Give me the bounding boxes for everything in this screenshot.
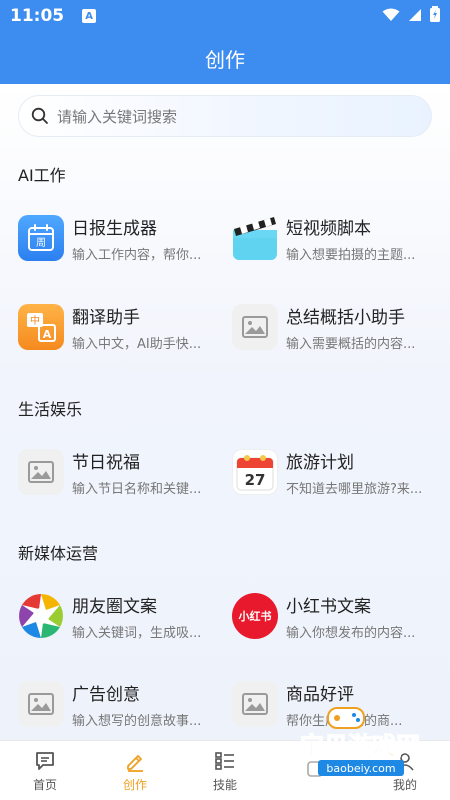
battery-icon	[430, 6, 440, 26]
status-icons	[382, 6, 440, 26]
tool-title: 旅游计划	[286, 452, 354, 473]
tool-desc: 输入节日名称和关键...	[72, 481, 202, 497]
calendar-icon-label: 周	[36, 237, 46, 249]
tool-title: 朋友圈文案	[72, 596, 157, 617]
tab-icon	[304, 757, 326, 781]
tool-card-holiday[interactable]: 节日祝福 输入节日名称和关键...	[18, 444, 223, 500]
pencil-icon	[124, 749, 146, 773]
tool-card-moments[interactable]: 朋友圈文案 输入关键词，生成吸...	[18, 588, 223, 644]
tool-card-xiaohongshu[interactable]: 小红书 小红书文案 输入你想发布的内容...	[232, 588, 437, 644]
translate-icon-zh: 中	[30, 314, 40, 327]
tool-title: 商品好评	[286, 684, 354, 705]
calendar-icon: 周	[18, 215, 64, 261]
tool-card-ad[interactable]: 广告创意 输入想写的创意故事...	[18, 676, 223, 732]
tab-label: 技能	[212, 777, 237, 792]
calendar-date-icon: 27	[232, 449, 278, 495]
tool-desc: 输入想要拍摄的主题...	[286, 247, 416, 263]
tab-hidden[interactable]	[270, 741, 360, 800]
section-title-new-media: 新媒体运营	[18, 544, 99, 563]
tab-label: 我的	[392, 777, 417, 792]
calendar-date-number: 27	[245, 471, 266, 489]
tool-title: 日报生成器	[72, 218, 157, 239]
image-placeholder-icon	[18, 681, 64, 727]
section-title-ai-work: AI工作	[18, 166, 66, 185]
search-input[interactable]: 请输入关键词搜索	[18, 95, 432, 137]
signal-icon	[408, 7, 422, 26]
tab-skills[interactable]: 技能	[180, 741, 270, 800]
status-bar: 11:05 A	[0, 0, 450, 32]
translate-icon-a: A	[43, 328, 52, 341]
tool-card-review[interactable]: 商品好评 帮你生成真实的商...	[232, 676, 437, 732]
clapperboard-icon	[232, 215, 278, 261]
image-placeholder-icon	[232, 681, 278, 727]
tab-mine[interactable]: 我的	[360, 741, 450, 800]
tool-title: 短视频脚本	[286, 218, 371, 239]
tab-label: 首页	[32, 777, 57, 792]
message-icon	[34, 749, 56, 773]
tool-card-translate[interactable]: 中 A 翻译助手 输入中文，AI助手快...	[18, 299, 223, 355]
header-bar: 创作	[0, 32, 450, 84]
search-placeholder: 请输入关键词搜索	[57, 107, 178, 126]
tool-title: 广告创意	[72, 684, 140, 705]
user-icon	[394, 749, 416, 773]
tab-create[interactable]: 创作	[90, 741, 180, 800]
wifi-icon	[382, 7, 400, 26]
tool-card-summary[interactable]: 总结概括小助手 输入需要概括的内容...	[232, 299, 437, 355]
tool-card-short-video[interactable]: 短视频脚本 输入想要拍摄的主题...	[232, 210, 437, 266]
tool-title: 节日祝福	[72, 452, 140, 473]
page-title: 创作	[205, 47, 245, 72]
tab-home[interactable]: 首页	[0, 741, 90, 800]
image-placeholder-icon	[18, 449, 64, 495]
image-placeholder-icon	[232, 304, 278, 350]
tool-desc: 输入中文，AI助手快...	[72, 336, 202, 352]
tool-desc: 输入工作内容，帮你...	[72, 247, 202, 263]
tool-card-daily-report[interactable]: 周 日报生成器 输入工作内容，帮你...	[18, 210, 223, 266]
xiaohongshu-logo-text: 小红书	[238, 610, 272, 623]
main-content[interactable]: 请输入关键词搜索 AI工作 周 日报生成器 输入工作内容，帮你... 短视频脚本…	[0, 84, 450, 740]
xiaohongshu-logo-icon: 小红书	[232, 593, 278, 639]
translate-icon: 中 A	[18, 304, 64, 350]
tab-label: 创作	[122, 777, 147, 792]
tool-title: 总结概括小助手	[286, 307, 405, 328]
tool-desc: 输入想写的创意故事...	[72, 713, 202, 729]
bottom-nav: 首页 创作 技能 我的	[0, 740, 450, 800]
tool-title: 翻译助手	[72, 307, 140, 328]
tool-desc: 帮你生成真实的商...	[286, 713, 403, 729]
list-icon	[214, 749, 236, 773]
tool-card-travel[interactable]: 27 旅游计划 不知道去哪里旅游?来...	[232, 444, 437, 500]
status-time: 11:05	[10, 6, 65, 26]
aperture-icon	[18, 593, 64, 639]
notification-badge: A	[82, 9, 97, 23]
tool-desc: 输入需要概括的内容...	[286, 336, 416, 352]
section-title-life: 生活娱乐	[18, 400, 83, 419]
search-icon	[31, 107, 49, 125]
tool-desc: 不知道去哪里旅游?来...	[286, 481, 423, 497]
tool-desc: 输入你想发布的内容...	[286, 625, 416, 641]
tool-desc: 输入关键词，生成吸...	[72, 625, 202, 641]
tool-title: 小红书文案	[286, 596, 371, 617]
